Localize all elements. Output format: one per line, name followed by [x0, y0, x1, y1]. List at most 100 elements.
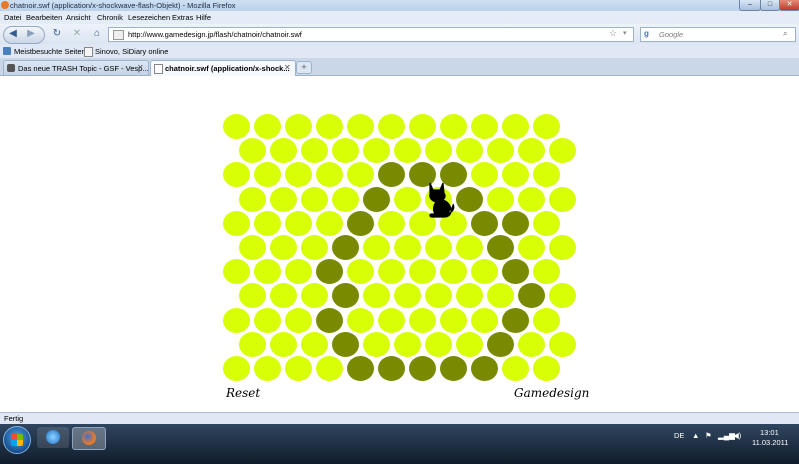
stop-icon[interactable]: ✕: [70, 27, 84, 41]
new-tab-button[interactable]: +: [296, 61, 312, 74]
open-cell[interactable]: [455, 331, 483, 357]
open-cell[interactable]: [285, 210, 312, 236]
open-cell[interactable]: [285, 162, 312, 188]
open-cell[interactable]: [548, 283, 576, 309]
flag-icon[interactable]: ⚑: [705, 431, 712, 440]
blocked-cell[interactable]: [486, 235, 514, 260]
open-cell[interactable]: [440, 259, 467, 285]
open-cell[interactable]: [378, 307, 405, 333]
open-cell[interactable]: [223, 162, 250, 188]
blocked-cell[interactable]: [331, 235, 359, 260]
open-cell[interactable]: [300, 283, 328, 309]
open-cell[interactable]: [254, 356, 281, 381]
blocked-cell[interactable]: [409, 356, 436, 381]
open-cell[interactable]: [533, 114, 560, 139]
open-cell[interactable]: [362, 283, 390, 309]
open-cell[interactable]: [300, 186, 328, 212]
open-cell[interactable]: [517, 186, 545, 212]
open-cell[interactable]: [362, 235, 390, 260]
open-cell[interactable]: [486, 283, 514, 309]
open-cell[interactable]: [269, 331, 297, 357]
gamedesign-link[interactable]: Gamedesign: [514, 386, 589, 400]
chevron-down-icon[interactable]: ▾: [623, 29, 627, 37]
blocked-cell[interactable]: [331, 331, 359, 357]
maximize-button[interactable]: □: [760, 0, 780, 11]
open-cell[interactable]: [393, 186, 421, 212]
blocked-cell[interactable]: [440, 356, 467, 381]
open-cell[interactable]: [455, 283, 483, 309]
open-cell[interactable]: [548, 186, 576, 212]
open-cell[interactable]: [238, 331, 266, 357]
open-cell[interactable]: [409, 259, 436, 285]
reload-icon[interactable]: ↻: [50, 27, 64, 41]
blocked-cell[interactable]: [316, 307, 343, 333]
search-input[interactable]: g Google ⌕: [640, 27, 796, 42]
open-cell[interactable]: [533, 307, 560, 333]
language-indicator[interactable]: DE: [674, 431, 684, 440]
open-cell[interactable]: [502, 114, 529, 139]
open-cell[interactable]: [486, 186, 514, 212]
menu-bearbeiten[interactable]: Bearbeiten: [26, 13, 62, 22]
blocked-cell[interactable]: [455, 186, 483, 212]
menu-lesezeichen[interactable]: Lesezeichen: [128, 13, 170, 22]
open-cell[interactable]: [269, 138, 297, 164]
open-cell[interactable]: [238, 283, 266, 309]
close-tab-icon[interactable]: ✕: [284, 63, 291, 72]
open-cell[interactable]: [548, 331, 576, 357]
open-cell[interactable]: [455, 138, 483, 164]
open-cell[interactable]: [378, 210, 405, 236]
open-cell[interactable]: [486, 138, 514, 164]
blocked-cell[interactable]: [316, 259, 343, 285]
blocked-cell[interactable]: [471, 210, 498, 236]
open-cell[interactable]: [223, 114, 250, 139]
open-cell[interactable]: [393, 235, 421, 260]
blocked-cell[interactable]: [347, 210, 374, 236]
blocked-cell[interactable]: [502, 307, 529, 333]
open-cell[interactable]: [548, 235, 576, 260]
bookmark-meistbesucht[interactable]: Meistbesuchte Seiten: [14, 47, 86, 56]
open-cell[interactable]: [300, 331, 328, 357]
open-cell[interactable]: [409, 307, 436, 333]
start-button[interactable]: [3, 426, 31, 454]
open-cell[interactable]: [502, 356, 529, 381]
open-cell[interactable]: [285, 307, 312, 333]
tab-chatnoir[interactable]: chatnoir.swf (application/x-shock... ✕: [150, 60, 296, 76]
open-cell[interactable]: [238, 138, 266, 164]
open-cell[interactable]: [424, 331, 452, 357]
open-cell[interactable]: [347, 114, 374, 139]
open-cell[interactable]: [471, 114, 498, 139]
open-cell[interactable]: [393, 138, 421, 164]
open-cell[interactable]: [285, 114, 312, 139]
ie-icon[interactable]: [37, 427, 69, 448]
open-cell[interactable]: [424, 235, 452, 260]
blocked-cell[interactable]: [517, 283, 545, 309]
open-cell[interactable]: [223, 210, 250, 236]
close-tab-icon[interactable]: ✕: [137, 63, 144, 72]
open-cell[interactable]: [254, 259, 281, 285]
open-cell[interactable]: [238, 235, 266, 260]
open-cell[interactable]: [285, 259, 312, 285]
open-cell[interactable]: [517, 331, 545, 357]
open-cell[interactable]: [300, 235, 328, 260]
open-cell[interactable]: [471, 259, 498, 285]
open-cell[interactable]: [254, 210, 281, 236]
forward-icon[interactable]: ▶: [24, 27, 38, 41]
open-cell[interactable]: [548, 138, 576, 164]
firefox-icon[interactable]: [72, 427, 106, 450]
url-bar[interactable]: http://www.gamedesign.jp/flash/chatnoir/…: [108, 27, 634, 42]
open-cell[interactable]: [316, 162, 343, 188]
open-cell[interactable]: [347, 307, 374, 333]
menu-hilfe[interactable]: Hilfe: [196, 13, 211, 22]
volume-icon[interactable]: ◀): [733, 431, 741, 440]
open-cell[interactable]: [316, 356, 343, 381]
open-cell[interactable]: [223, 356, 250, 381]
open-cell[interactable]: [316, 114, 343, 139]
open-cell[interactable]: [269, 186, 297, 212]
menu-extras[interactable]: Extras: [172, 13, 193, 22]
open-cell[interactable]: [238, 186, 266, 212]
open-cell[interactable]: [424, 283, 452, 309]
close-button[interactable]: ✕: [779, 0, 799, 11]
open-cell[interactable]: [362, 138, 390, 164]
open-cell[interactable]: [440, 307, 467, 333]
minimize-button[interactable]: –: [739, 0, 761, 11]
